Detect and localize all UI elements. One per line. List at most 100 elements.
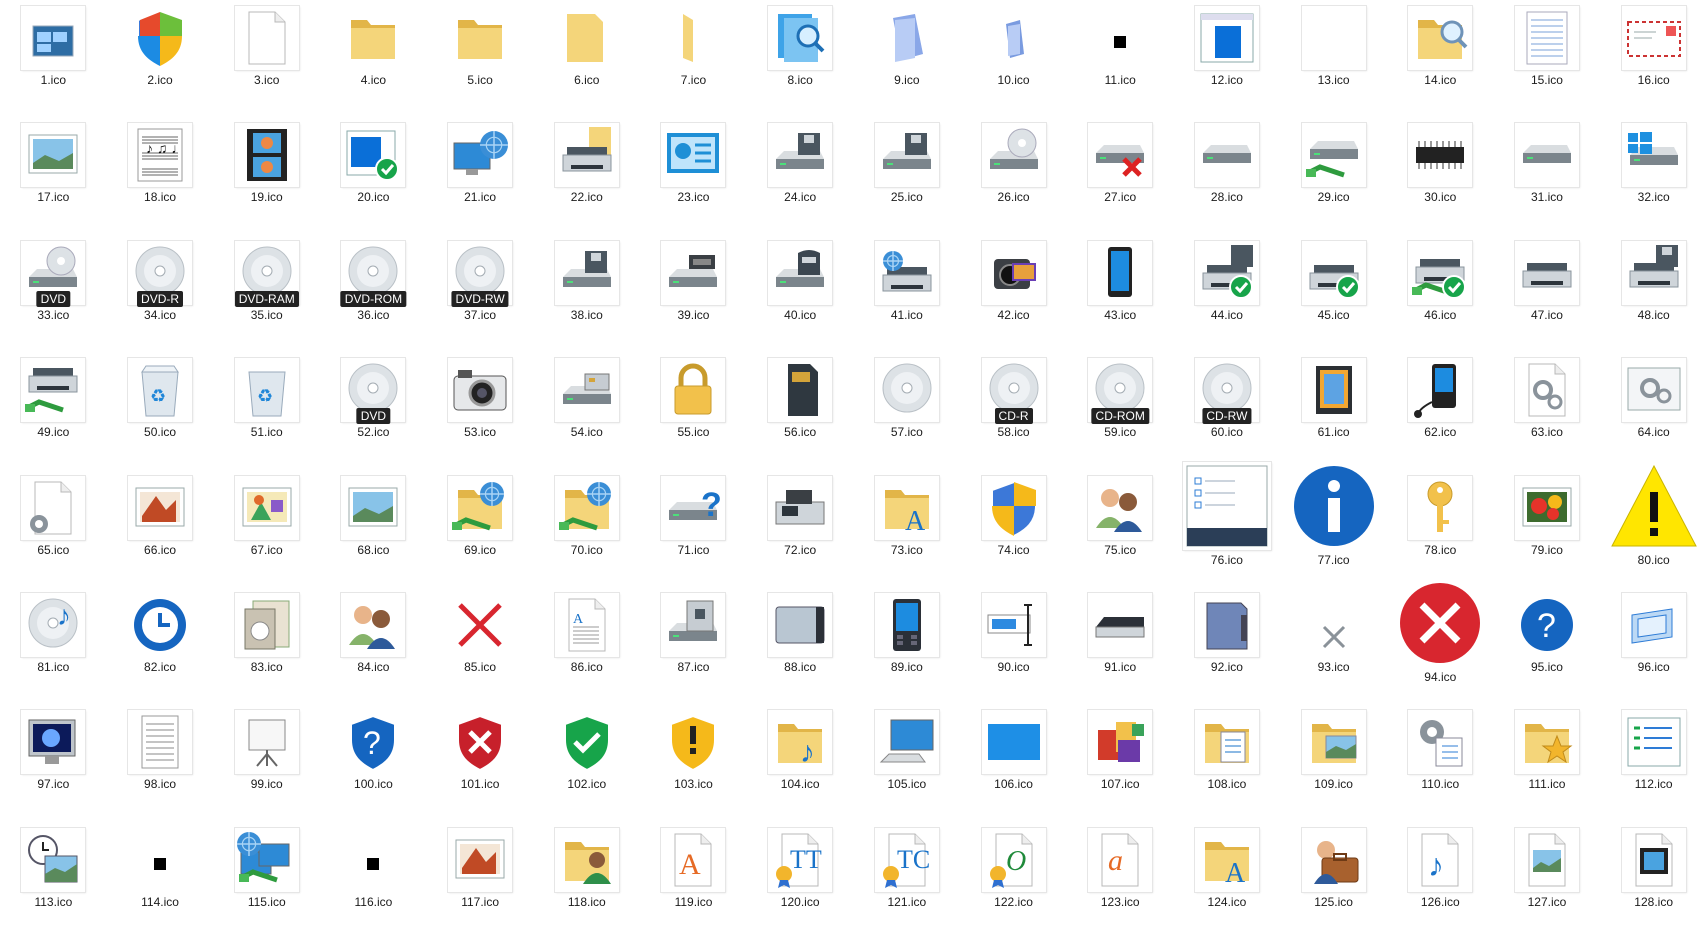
icon-tile[interactable]: 12.ico — [1174, 0, 1281, 117]
icon-tile[interactable]: TC 121.ico — [854, 822, 961, 939]
icon-tile[interactable]: 28.ico — [1174, 117, 1281, 234]
icon-tile[interactable]: 44.ico — [1174, 235, 1281, 352]
icon-tile[interactable]: 56.ico — [747, 352, 854, 469]
icon-tile[interactable]: 2.ico — [107, 0, 214, 117]
icon-tile[interactable]: ♻ 51.ico — [213, 352, 320, 469]
icon-tile[interactable]: 9.ico — [854, 0, 961, 117]
icon-tile[interactable]: 116.ico — [320, 822, 427, 939]
icon-tile[interactable]: 87.ico — [640, 587, 747, 704]
icon-tile[interactable]: 53.ico — [427, 352, 534, 469]
icon-tile[interactable]: 117.ico — [427, 822, 534, 939]
icon-tile[interactable]: 26.ico — [960, 117, 1067, 234]
icon-tile[interactable]: 10.ico — [960, 0, 1067, 117]
icon-tile[interactable]: 105.ico — [854, 704, 961, 821]
icon-tile[interactable]: 79.ico — [1494, 470, 1601, 587]
icon-tile[interactable]: 76.ico — [1174, 461, 1281, 587]
icon-tile[interactable]: 67.ico — [213, 470, 320, 587]
icon-tile[interactable]: DVD-RW 37.ico — [427, 235, 534, 352]
icon-tile[interactable]: 77.ico — [1280, 465, 1387, 587]
icon-tile[interactable]: 46.ico — [1387, 235, 1494, 352]
icon-tile[interactable]: 75.ico — [1067, 470, 1174, 587]
icon-tile[interactable]: 118.ico — [533, 822, 640, 939]
icon-tile[interactable]: 57.ico — [854, 352, 961, 469]
icon-tile[interactable]: 54.ico — [533, 352, 640, 469]
icon-tile[interactable]: 38.ico — [533, 235, 640, 352]
icon-tile[interactable]: 90.ico — [960, 587, 1067, 704]
icon-tile[interactable]: ♪ 81.ico — [0, 587, 107, 704]
icon-tile[interactable]: DVD-RAM 35.ico — [213, 235, 320, 352]
icon-tile[interactable]: 7.ico — [640, 0, 747, 117]
icon-tile[interactable]: A 119.ico — [640, 822, 747, 939]
icon-tile[interactable]: ? 100.ico — [320, 704, 427, 821]
icon-tile[interactable]: CD-RW 60.ico — [1174, 352, 1281, 469]
icon-tile[interactable]: 94.ico — [1387, 582, 1494, 704]
icon-tile[interactable]: 110.ico — [1387, 704, 1494, 821]
icon-tile[interactable]: DVD-R 34.ico — [107, 235, 214, 352]
icon-tile[interactable]: 47.ico — [1494, 235, 1601, 352]
icon-tile[interactable]: 68.ico — [320, 470, 427, 587]
icon-tile[interactable]: ♪ 126.ico — [1387, 822, 1494, 939]
icon-tile[interactable]: 69.ico — [427, 470, 534, 587]
icon-tile[interactable]: ? 71.ico — [640, 470, 747, 587]
icon-tile[interactable]: 88.ico — [747, 587, 854, 704]
icon-tile[interactable]: 27.ico — [1067, 117, 1174, 234]
icon-tile[interactable]: 107.ico — [1067, 704, 1174, 821]
icon-tile[interactable]: ? 95.ico — [1494, 587, 1601, 704]
icon-tile[interactable]: 1.ico — [0, 0, 107, 117]
icon-tile[interactable]: a 123.ico — [1067, 822, 1174, 939]
icon-tile[interactable]: 125.ico — [1280, 822, 1387, 939]
icon-tile[interactable]: 22.ico — [533, 117, 640, 234]
icon-tile[interactable]: 65.ico — [0, 470, 107, 587]
icon-tile[interactable]: 24.ico — [747, 117, 854, 234]
icon-tile[interactable]: 85.ico — [427, 587, 534, 704]
icon-tile[interactable]: 17.ico — [0, 117, 107, 234]
icon-tile[interactable]: 112.ico — [1600, 704, 1707, 821]
icon-tile[interactable]: 108.ico — [1174, 704, 1281, 821]
icon-tile[interactable]: 97.ico — [0, 704, 107, 821]
icon-tile[interactable]: DVD 52.ico — [320, 352, 427, 469]
icon-tile[interactable]: 102.ico — [533, 704, 640, 821]
icon-tile[interactable]: 31.ico — [1494, 117, 1601, 234]
icon-tile[interactable]: 42.ico — [960, 235, 1067, 352]
icon-tile[interactable]: 114.ico — [107, 822, 214, 939]
icon-tile[interactable]: DVD-ROM 36.ico — [320, 235, 427, 352]
icon-tile[interactable]: 20.ico — [320, 117, 427, 234]
icon-tile[interactable]: 78.ico — [1387, 470, 1494, 587]
icon-tile[interactable]: 21.ico — [427, 117, 534, 234]
icon-tile[interactable]: 83.ico — [213, 587, 320, 704]
icon-tile[interactable]: 80.ico — [1600, 464, 1707, 587]
icon-tile[interactable]: CD-ROM 59.ico — [1067, 352, 1174, 469]
icon-tile[interactable]: 15.ico — [1494, 0, 1601, 117]
icon-tile[interactable]: 128.ico — [1600, 822, 1707, 939]
icon-tile[interactable]: 5.ico — [427, 0, 534, 117]
icon-tile[interactable]: 3.ico — [213, 0, 320, 117]
icon-tile[interactable]: 91.ico — [1067, 587, 1174, 704]
icon-tile[interactable]: 29.ico — [1280, 117, 1387, 234]
icon-tile[interactable]: 99.ico — [213, 704, 320, 821]
icon-tile[interactable]: 115.ico — [213, 822, 320, 939]
icon-tile[interactable]: 62.ico — [1387, 352, 1494, 469]
icon-tile[interactable]: 82.ico — [107, 587, 214, 704]
icon-tile[interactable]: 43.ico — [1067, 235, 1174, 352]
icon-tile[interactable]: 70.ico — [533, 470, 640, 587]
icon-tile[interactable]: DVD 33.ico — [0, 235, 107, 352]
icon-tile[interactable]: 30.ico — [1387, 117, 1494, 234]
icon-tile[interactable]: 6.ico — [533, 0, 640, 117]
icon-tile[interactable]: TT 120.ico — [747, 822, 854, 939]
icon-tile[interactable]: 106.ico — [960, 704, 1067, 821]
icon-tile[interactable]: 14.ico — [1387, 0, 1494, 117]
icon-tile[interactable]: A 124.ico — [1174, 822, 1281, 939]
icon-tile[interactable]: ♪ ♫ ♩ 18.ico — [107, 117, 214, 234]
icon-tile[interactable]: ♪ 104.ico — [747, 704, 854, 821]
icon-tile[interactable]: 61.ico — [1280, 352, 1387, 469]
icon-tile[interactable]: 63.ico — [1494, 352, 1601, 469]
icon-tile[interactable]: CD-R 58.ico — [960, 352, 1067, 469]
icon-tile[interactable]: 101.ico — [427, 704, 534, 821]
icon-tile[interactable]: 8.ico — [747, 0, 854, 117]
icon-tile[interactable]: 49.ico — [0, 352, 107, 469]
icon-tile[interactable]: 41.ico — [854, 235, 961, 352]
icon-tile[interactable]: 113.ico — [0, 822, 107, 939]
icon-tile[interactable]: A 86.ico — [533, 587, 640, 704]
icon-tile[interactable]: 66.ico — [107, 470, 214, 587]
icon-tile[interactable]: 16.ico — [1600, 0, 1707, 117]
